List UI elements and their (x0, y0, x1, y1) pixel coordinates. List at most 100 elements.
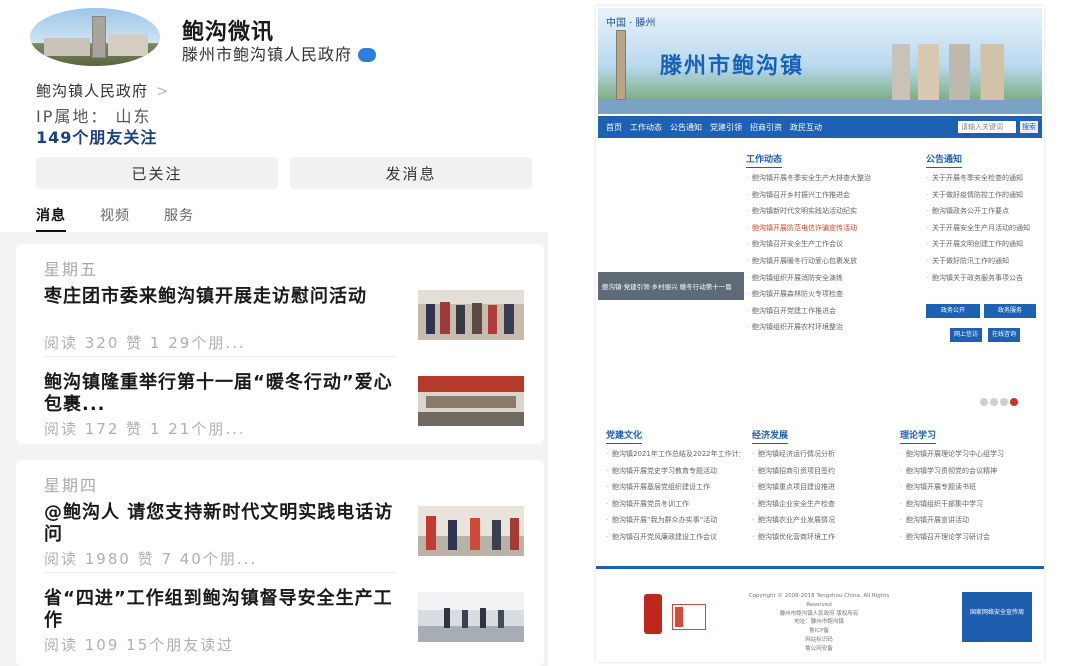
article-thumbnail (418, 290, 524, 340)
pagoda-image (616, 30, 626, 100)
article-meta: 阅读 1980 赞 7 40个朋... (44, 550, 258, 568)
footer-copyright: Copyright © 2008-2018 Tengzhou China. Al… (744, 592, 894, 654)
tab-videos[interactable]: 视频 (100, 205, 130, 232)
security-week-badge[interactable]: 国家网络安全宣传周 (962, 592, 1032, 642)
nav-item[interactable]: 党建引领 (710, 122, 742, 133)
nav-item[interactable]: 政民互动 (790, 122, 822, 133)
avatar-tower (92, 16, 106, 58)
tab-services[interactable]: 服务 (164, 205, 194, 232)
site-list-item[interactable]: 鲍沟镇开展党史学习教育专题活动 (606, 463, 740, 480)
account-avatar[interactable] (30, 8, 160, 66)
site-list-item[interactable]: 鲍沟镇政务公开工作要点 (926, 203, 1034, 220)
notices-heading[interactable]: 公告通知 (926, 152, 963, 168)
town-website-screenshot: 中国 · 滕州 滕州市鲍沟镇 首页 工作动态 公告通知 党建引领 招商引资 政民… (556, 0, 1072, 666)
site-list-item[interactable]: 鲍沟镇经济运行情况分析 (752, 446, 886, 463)
verified-icon (358, 48, 377, 62)
site-list-item[interactable]: 关于做好疫情防控工作的通知 (926, 187, 1034, 204)
article-meta: 阅读 109 15个朋友读过 (44, 636, 235, 654)
slider-dot[interactable] (990, 398, 998, 406)
site-list-item[interactable]: 鲍沟镇开展防范电信诈骗宣传活动 (746, 220, 918, 237)
gov-website-badge-icon[interactable] (672, 604, 706, 630)
site-list-item[interactable]: 鲍沟镇开展森林防火专项检查 (746, 286, 918, 303)
site-list-item[interactable]: 鲍沟镇开展党员冬训工作 (606, 496, 740, 513)
site-list-item[interactable]: 关于开展安全生产月活动的通知 (926, 220, 1034, 237)
site-list-item[interactable]: 鲍沟镇召开理论学习研讨会 (900, 529, 1036, 546)
nav-item[interactable]: 公告通知 (670, 122, 702, 133)
gov-service-button[interactable]: 政务服务 (984, 304, 1036, 318)
article-meta: 阅读 172 赞 1 21个朋... (44, 420, 246, 438)
site-list-item[interactable]: 鲍沟镇招商引资项目签约 (752, 463, 886, 480)
site-navbar: 首页 工作动态 公告通知 党建引领 招商引资 政民互动 请输入关键词 搜索 (598, 116, 1042, 138)
site-list-item[interactable]: 鲍沟镇2021年工作总结及2022年工作计划 (606, 446, 740, 463)
nav-item[interactable]: 招商引资 (750, 122, 782, 133)
slider-dot-active[interactable] (1010, 398, 1018, 406)
site-crumb: 中国 · 滕州 (606, 18, 656, 29)
account-org: 滕州市鲍沟镇人民政府 (182, 41, 377, 65)
consult-button[interactable]: 在线咨询 (988, 328, 1020, 342)
economy-heading[interactable]: 经济发展 (752, 428, 789, 444)
site-list-item[interactable]: 鲍沟镇开展宣讲活动 (900, 512, 1036, 529)
work-news-heading[interactable]: 工作动态 (746, 152, 783, 168)
article-item[interactable]: 鲍沟镇隆重举行第十一届“暖冬行动”爱心包裹... 阅读 172 赞 1 21个朋… (44, 372, 524, 438)
tab-messages[interactable]: 消息 (36, 205, 66, 232)
article-title: 省“四进”工作组到鲍沟镇督导安全生产工作 (44, 588, 393, 631)
party-culture-heading[interactable]: 党建文化 (606, 428, 643, 444)
send-message-button[interactable]: 发消息 (290, 157, 532, 189)
site-list-item[interactable]: 鲍沟镇开展基层党组织建设工作 (606, 479, 740, 496)
article-title: @鲍沟人 请您支持新时代文明实践电话访问 (44, 502, 394, 545)
site-list-item[interactable]: 鲍沟镇召开乡村振兴工作推进会 (746, 187, 918, 204)
site-list-item[interactable]: 鲍沟镇开展暖冬行动爱心包裹发放 (746, 253, 918, 270)
site-banner: 中国 · 滕州 滕州市鲍沟镇 (598, 8, 1042, 114)
party-emblem-icon[interactable] (644, 594, 662, 634)
followed-button[interactable]: 已关注 (36, 157, 278, 189)
site-search-button[interactable]: 搜索 (1020, 121, 1038, 133)
article-title: 鲍沟镇隆重举行第十一届“暖冬行动”爱心包裹... (44, 372, 393, 415)
site-list-item[interactable]: 关于开展文明创建工作的通知 (926, 236, 1034, 253)
site-list-item[interactable]: 鲍沟镇新时代文明实践站活动纪实 (746, 203, 918, 220)
account-owner-link[interactable]: 鲍沟镇人民政府 > (36, 80, 170, 101)
site-list-item[interactable]: 鲍沟镇召开安全生产工作会议 (746, 236, 918, 253)
economy-list: 鲍沟镇经济运行情况分析鲍沟镇招商引资项目签约鲍沟镇重点项目建设推进鲍沟镇企业安全… (752, 446, 886, 546)
site-list-item[interactable]: 鲍沟镇优化营商环境工作 (752, 529, 886, 546)
site-list-item[interactable]: 关于开展冬季安全检查的通知 (926, 170, 1034, 187)
site-list-item[interactable]: 鲍沟镇组织干部集中学习 (900, 496, 1036, 513)
footer-line: 鲁公网安备 (805, 645, 833, 652)
site-list-item[interactable]: 鲍沟镇重点项目建设推进 (752, 479, 886, 496)
site-list-item[interactable]: 鲍沟镇开展冬季安全生产大排查大整治 (746, 170, 918, 187)
divider (44, 356, 396, 357)
footer-line: 滕州市鲍沟镇人民政府 版权所有 (779, 610, 859, 617)
site-list-item[interactable]: 鲍沟镇学习贯彻党的会议精神 (900, 463, 1036, 480)
site-list-item[interactable]: 鲍沟镇关于政务服务事项公告 (926, 270, 1034, 287)
theory-study-heading[interactable]: 理论学习 (900, 428, 937, 444)
site-list-item[interactable]: 鲍沟镇开展专题读书班 (900, 479, 1036, 496)
slider-dot[interactable] (980, 398, 988, 406)
chevron-right-icon: > (156, 82, 170, 100)
site-list-item[interactable]: 鲍沟镇组织开展农村环境整治 (746, 319, 918, 336)
slider-dot[interactable] (1000, 398, 1008, 406)
article-item[interactable]: @鲍沟人 请您支持新时代文明实践电话访问 阅读 1980 赞 7 40个朋... (44, 502, 524, 568)
site-title: 滕州市鲍沟镇 (660, 54, 805, 79)
site-list-item[interactable]: 鲍沟镇农业产业发展情况 (752, 512, 886, 529)
site-list-item[interactable]: 鲍沟镇企业安全生产检查 (752, 496, 886, 513)
photo-slider[interactable]: 鲍沟镇·党建引领·乡村振兴 暖冬行动第十一届 (598, 272, 744, 300)
river-image (598, 100, 1042, 114)
article-item[interactable]: 省“四进”工作组到鲍沟镇督导安全生产工作 阅读 109 15个朋友读过 (44, 588, 524, 654)
site-list-item[interactable]: 鲍沟镇开展“我为群众办实事”活动 (606, 512, 740, 529)
site-list-item[interactable]: 鲍沟镇组织开展消防安全演练 (746, 270, 918, 287)
nav-item[interactable]: 首页 (606, 122, 622, 133)
site-list-item[interactable]: 鲍沟镇召开党建工作推进会 (746, 303, 918, 320)
site-list-item[interactable]: 关于做好防汛工作的通知 (926, 253, 1034, 270)
petition-button[interactable]: 网上信访 (950, 328, 982, 342)
divider (44, 572, 396, 573)
party-culture-list: 鲍沟镇2021年工作总结及2022年工作计划鲍沟镇开展党史学习教育专题活动鲍沟镇… (606, 446, 740, 546)
gov-affairs-button[interactable]: 政务公开 (926, 304, 980, 318)
site-search-input[interactable]: 请输入关键词 (958, 121, 1016, 133)
site-list-item[interactable]: 鲍沟镇召开党风廉政建设工作会议 (606, 529, 740, 546)
footer-line: Copyright © 2008-2018 Tengzhou China. Al… (748, 593, 890, 608)
article-item[interactable]: 枣庄团市委来鲍沟镇开展走访慰问活动 阅读 320 赞 1 29个朋... (44, 286, 524, 352)
friends-following-count[interactable]: 149个朋友关注 (36, 124, 157, 148)
article-title: 枣庄团市委来鲍沟镇开展走访慰问活动 (44, 286, 367, 307)
nav-item[interactable]: 工作动态 (630, 122, 662, 133)
article-meta: 阅读 320 赞 1 29个朋... (44, 334, 246, 352)
site-list-item[interactable]: 鲍沟镇开展理论学习中心组学习 (900, 446, 1036, 463)
